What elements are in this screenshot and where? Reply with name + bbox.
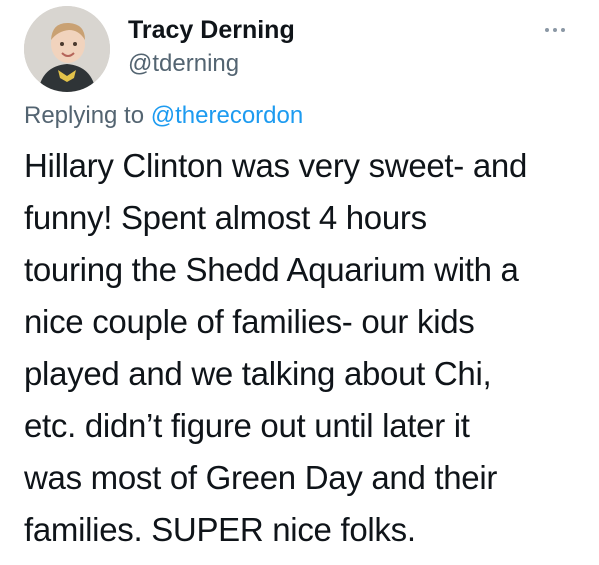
reply-to-link[interactable]: @therecordon [151, 102, 303, 129]
more-dot [561, 28, 565, 32]
tweet-text: Hillary Clinton was very sweet- and funn… [24, 140, 584, 556]
more-options-icon[interactable] [538, 20, 572, 40]
tweet-text-line: Hillary Clinton was very sweet- and [24, 147, 528, 184]
tweet-text-line: etc. didn’t figure out until later it [24, 407, 470, 444]
avatar-image [24, 6, 110, 92]
display-name[interactable]: Tracy Derning [128, 16, 295, 45]
avatar[interactable] [24, 6, 110, 92]
user-handle[interactable]: @tderning [128, 50, 239, 78]
tweet-text-line: nice couple of families- our kids [24, 303, 475, 340]
replying-to-label: Replying to [24, 102, 151, 129]
tweet-text-line: was most of Green Day and their [24, 459, 498, 496]
tweet: Tracy Derning @tderning Replying to @the… [0, 0, 599, 565]
more-dot [545, 28, 549, 32]
tweet-text-line: funny! Spent almost 4 hours [24, 199, 427, 236]
replying-to: Replying to @therecordon [24, 102, 303, 130]
more-dot [553, 28, 557, 32]
tweet-text-line: families. SUPER nice folks. [24, 511, 416, 548]
tweet-text-line: played and we talking about Chi, [24, 355, 492, 392]
tweet-text-line: touring the Shedd Aquarium with a [24, 251, 519, 288]
